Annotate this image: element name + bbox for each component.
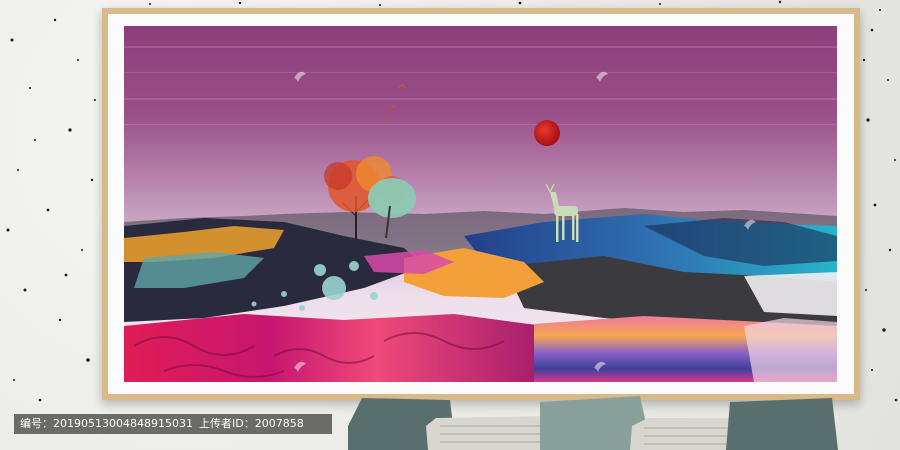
painting-svg (124, 26, 837, 382)
watermark-bar: 编号：20190513004848915031 上传者ID：2007858 (14, 414, 332, 434)
watermark-id-value: 20190513004848915031 (53, 417, 193, 430)
watermark-uploader-label: 上传者ID (198, 417, 244, 430)
red-sun (534, 120, 560, 146)
pale-rocks (744, 318, 837, 382)
watermark-uploader-value: 2007858 (254, 417, 304, 430)
pillow-striped-left (426, 416, 560, 450)
pillow-right (726, 398, 838, 450)
watermark-id-label: 编号 (20, 417, 42, 430)
painting-artwork (124, 26, 837, 382)
